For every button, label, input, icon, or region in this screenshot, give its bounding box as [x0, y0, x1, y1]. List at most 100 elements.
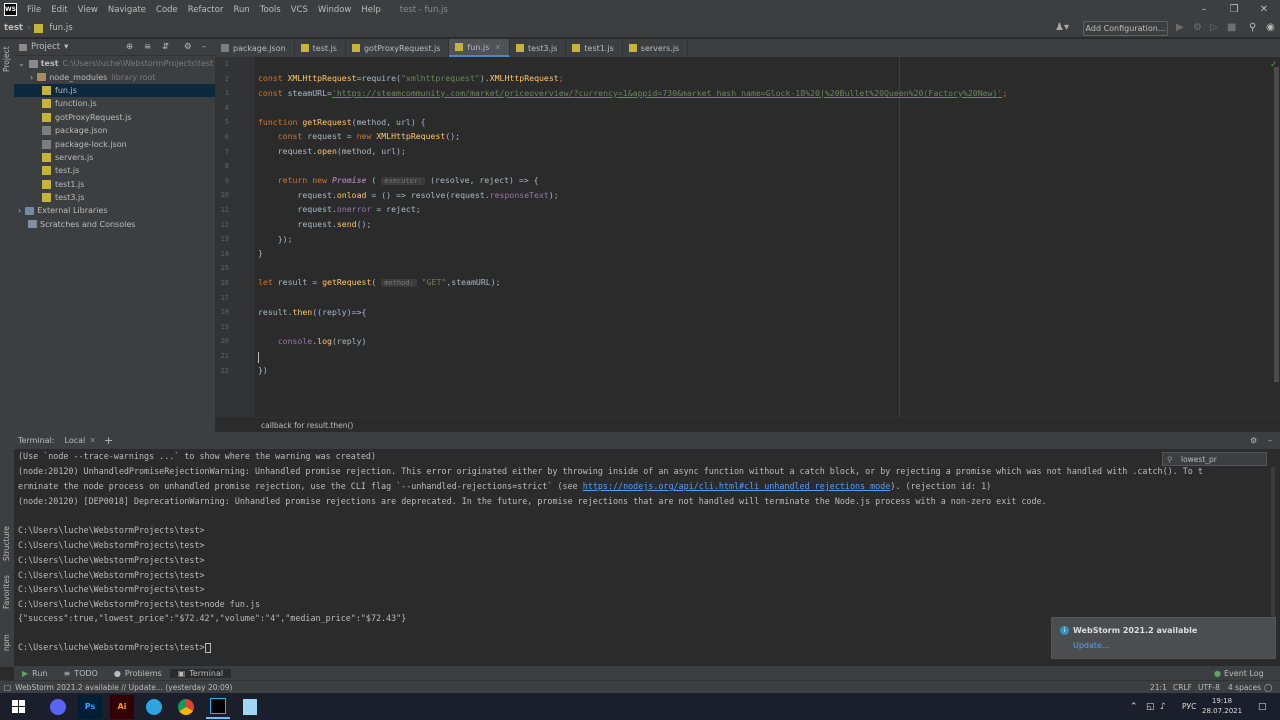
minimize-icon[interactable]: – [1190, 0, 1218, 19]
status-message[interactable]: WebStorm 2021.2 available // Update... (… [15, 683, 232, 692]
hide-icon[interactable]: – [202, 42, 206, 52]
editor-scrollbar[interactable] [1274, 67, 1279, 382]
run-icon[interactable]: ▶ [1176, 22, 1184, 33]
close-tab-icon[interactable]: ✕ [494, 43, 501, 52]
telegram-icon[interactable] [142, 695, 166, 719]
todo-tool-button[interactable]: ≡ TODO [56, 669, 106, 678]
problems-tool-button[interactable]: ● Problems [106, 669, 170, 678]
tab-servers-js[interactable]: servers.js [623, 39, 689, 57]
menu-help[interactable]: Help [356, 5, 385, 15]
hide-icon[interactable]: – [1268, 436, 1272, 445]
tree-item-node-modules[interactable]: › node_modules library root [14, 70, 215, 83]
run-tool-button[interactable]: ▶ Run [14, 669, 56, 678]
update-link[interactable]: Update... [1073, 641, 1110, 650]
stop-icon[interactable]: ■ [1227, 22, 1236, 33]
menu-code[interactable]: Code [151, 5, 183, 15]
settings-icon[interactable]: ◉ [1266, 22, 1275, 33]
code-line: function getRequest(method, url) { [258, 116, 426, 127]
tab-local[interactable]: Local [65, 436, 86, 445]
indent-setting[interactable]: 4 spaces [1228, 683, 1261, 692]
terminal-line: C:\Users\luche\WebstormProjects\test>nod… [18, 599, 261, 609]
gear-icon[interactable]: ⚙ [1250, 436, 1257, 445]
lock-icon[interactable]: ◯ [1264, 683, 1272, 692]
json-file-icon [221, 44, 229, 52]
menu-edit[interactable]: Edit [46, 5, 72, 15]
windows-start-icon[interactable] [6, 695, 30, 719]
terminal-search-input[interactable]: ⚲ lowest_pr [1162, 452, 1267, 466]
clock[interactable]: 19:18 28.07.2021 [1202, 696, 1242, 716]
tree-item-package-json[interactable]: package.json [14, 124, 215, 137]
menu-refactor[interactable]: Refactor [183, 5, 229, 15]
tree-item-test-js[interactable]: test.js [14, 164, 215, 177]
volume-icon[interactable]: ♪ [1160, 702, 1166, 712]
expand-icon[interactable]: ⇵ [162, 42, 169, 52]
project-tool-button[interactable]: Project [2, 46, 11, 72]
tab-package-json[interactable]: package.json [215, 39, 295, 57]
illustrator-icon[interactable]: Ai [110, 694, 134, 719]
tab-gotproxyrequest-js[interactable]: gotProxyRequest.js [346, 39, 450, 57]
tab-fun-js[interactable]: fun.js ✕ [449, 39, 511, 57]
menu-file[interactable]: File [22, 5, 46, 15]
menu-view[interactable]: View [73, 5, 103, 15]
tab-test-js[interactable]: test.js [295, 39, 346, 57]
notification-center-icon[interactable]: □ [1258, 702, 1267, 712]
tree-item-test3-js[interactable]: test3.js [14, 191, 215, 204]
breadcrumb-file[interactable]: fun.js [45, 23, 76, 33]
tree-root[interactable]: ⌄ test C:\Users\luche\WebstormProjects\t… [14, 57, 215, 70]
tree-item-external-libraries[interactable]: › External Libraries [14, 204, 215, 217]
terminal-tool-button[interactable]: ▣ Terminal [169, 668, 232, 678]
discord-icon[interactable] [46, 695, 70, 719]
photoshop-icon[interactable]: Ps [78, 694, 102, 719]
notepad-icon[interactable] [238, 695, 262, 719]
add-tab-icon[interactable]: + [104, 434, 113, 447]
network-icon[interactable]: ◱ [1146, 702, 1155, 712]
favorites-tool-button[interactable]: Favorites [2, 575, 11, 609]
tab-test1-js[interactable]: test1.js [566, 39, 623, 57]
chrome-icon[interactable] [174, 695, 198, 719]
chevron-down-icon[interactable]: ▾ [64, 42, 68, 52]
tree-item-package-lock-json[interactable]: package-lock.json [14, 137, 215, 150]
line-number: 15 [220, 264, 229, 273]
menu-window[interactable]: Window [313, 5, 357, 15]
tree-item-function-js[interactable]: function.js [14, 97, 215, 110]
menu-tools[interactable]: Tools [255, 5, 286, 15]
list-icon: ≡ [63, 668, 71, 678]
cli-docs-link[interactable]: https://nodejs.org/api/cli.html#cli_unha… [583, 481, 891, 491]
tree-item-gotproxyrequest-js[interactable]: gotProxyRequest.js [14, 111, 215, 124]
language-indicator[interactable]: РУС [1182, 702, 1196, 711]
menu-navigate[interactable]: Navigate [103, 5, 151, 15]
maximize-icon[interactable]: ❐ [1220, 0, 1248, 19]
clock-date: 28.07.2021 [1202, 707, 1243, 715]
tree-item-fun-js[interactable]: fun.js [14, 83, 215, 98]
event-log-button[interactable]: ● Event Log [1206, 669, 1272, 678]
code-editor[interactable]: 1 2 3 4 5 6 7 8 9 10 11 12 13 14 15 16 1… [215, 57, 1280, 432]
close-tab-icon[interactable]: ✕ [89, 436, 96, 445]
tree-item-test1-js[interactable]: test1.js [14, 178, 215, 191]
terminal-scrollbar[interactable] [1271, 467, 1275, 637]
tree-item-scratches[interactable]: Scratches and Consoles [14, 218, 215, 231]
breadcrumb-project[interactable]: test [0, 23, 27, 33]
coverage-icon[interactable]: ▷ [1210, 22, 1218, 33]
user-icon[interactable]: ♟▾ [1055, 22, 1069, 33]
line-separator[interactable]: CRLF [1173, 683, 1192, 692]
caret-position[interactable]: 21:1 [1150, 683, 1167, 692]
search-icon[interactable]: ⚲ [1249, 22, 1256, 33]
locate-icon[interactable]: ⊕ [126, 42, 133, 52]
add-configuration-button[interactable]: Add Configuration... [1083, 21, 1168, 36]
close-icon[interactable]: ✕ [1250, 0, 1278, 19]
editor-breadcrumb[interactable]: callback for result.then() [255, 417, 1280, 432]
npm-tool-button[interactable]: npm [2, 634, 11, 651]
tab-test3-js[interactable]: test3.js [510, 39, 567, 57]
tree-item-servers-js[interactable]: servers.js [14, 151, 215, 164]
structure-tool-button[interactable]: Structure [2, 526, 11, 561]
file-encoding[interactable]: UTF-8 [1198, 683, 1220, 692]
chevron-right-icon: › [30, 72, 34, 82]
tray-chevron-icon[interactable]: ⌃ [1130, 702, 1138, 712]
menu-vcs[interactable]: VCS [286, 5, 313, 15]
menu-run[interactable]: Run [228, 5, 254, 15]
debug-icon[interactable]: ⚙ [1193, 22, 1202, 33]
webstorm-taskbar-icon[interactable] [206, 695, 230, 719]
collapse-all-icon[interactable]: ≡ [144, 42, 151, 52]
project-view-selector[interactable]: Project [31, 42, 60, 52]
gear-icon[interactable]: ⚙ [184, 42, 192, 52]
